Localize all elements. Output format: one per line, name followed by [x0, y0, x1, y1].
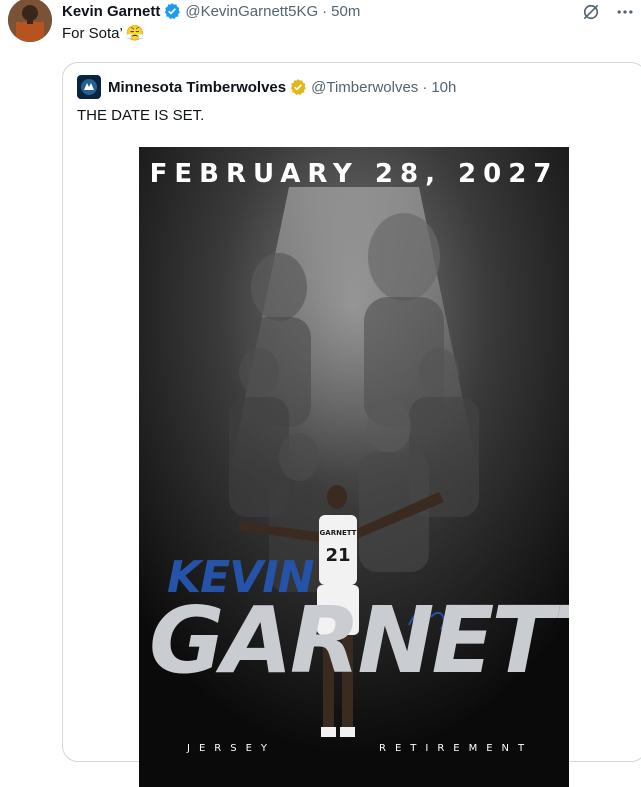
- verified-badge-icon[interactable]: [163, 2, 181, 20]
- poster-subtitle-left: JERSEY: [187, 743, 276, 754]
- tweet-time[interactable]: 50m: [331, 3, 360, 20]
- more-icon[interactable]: [615, 2, 635, 27]
- quoted-author-handle[interactable]: @Timberwolves: [311, 79, 418, 96]
- author-name[interactable]: Kevin Garnett: [62, 3, 160, 20]
- quoted-separator-dot: ·: [422, 78, 428, 96]
- verified-gold-badge-icon[interactable]: [289, 78, 307, 96]
- quoted-header: Minnesota Timberwolves @Timberwolves · 1…: [77, 75, 456, 99]
- quoted-tweet-card[interactable]: Minnesota Timberwolves @Timberwolves · 1…: [62, 62, 641, 787]
- author-handle[interactable]: @KevinGarnett5KG: [185, 3, 318, 20]
- timberwolves-logo-icon[interactable]: [77, 75, 101, 99]
- jersey-retirement-poster[interactable]: GARNETT 21 FEBRUARY 28, 2027 KEVIN GARNE…: [139, 147, 569, 787]
- author-avatar[interactable]: [8, 0, 52, 42]
- tweet-text: For Sota’ 😤: [62, 24, 145, 43]
- jersey-number-text: 21: [325, 545, 350, 566]
- tweet-actions-top: [581, 2, 635, 27]
- grok-icon[interactable]: [581, 2, 601, 27]
- quoted-text: THE DATE IS SET.: [77, 107, 205, 124]
- emoji-steam-face: 😤: [125, 25, 145, 42]
- separator-dot: ·: [322, 2, 328, 20]
- tweet-header: Kevin Garnett @KevinGarnett5KG · 50m: [62, 1, 360, 21]
- poster-date: FEBRUARY 28, 2027: [149, 159, 559, 189]
- quoted-author-name[interactable]: Minnesota Timberwolves: [108, 79, 286, 96]
- poster-last-name: GARNETT: [149, 587, 569, 694]
- tweet-body: For Sota’: [62, 24, 123, 42]
- jersey-name-text: GARNETT: [320, 529, 357, 537]
- poster-subtitle-right: RETIREMENT: [379, 743, 534, 754]
- quoted-time[interactable]: 10h: [431, 79, 456, 96]
